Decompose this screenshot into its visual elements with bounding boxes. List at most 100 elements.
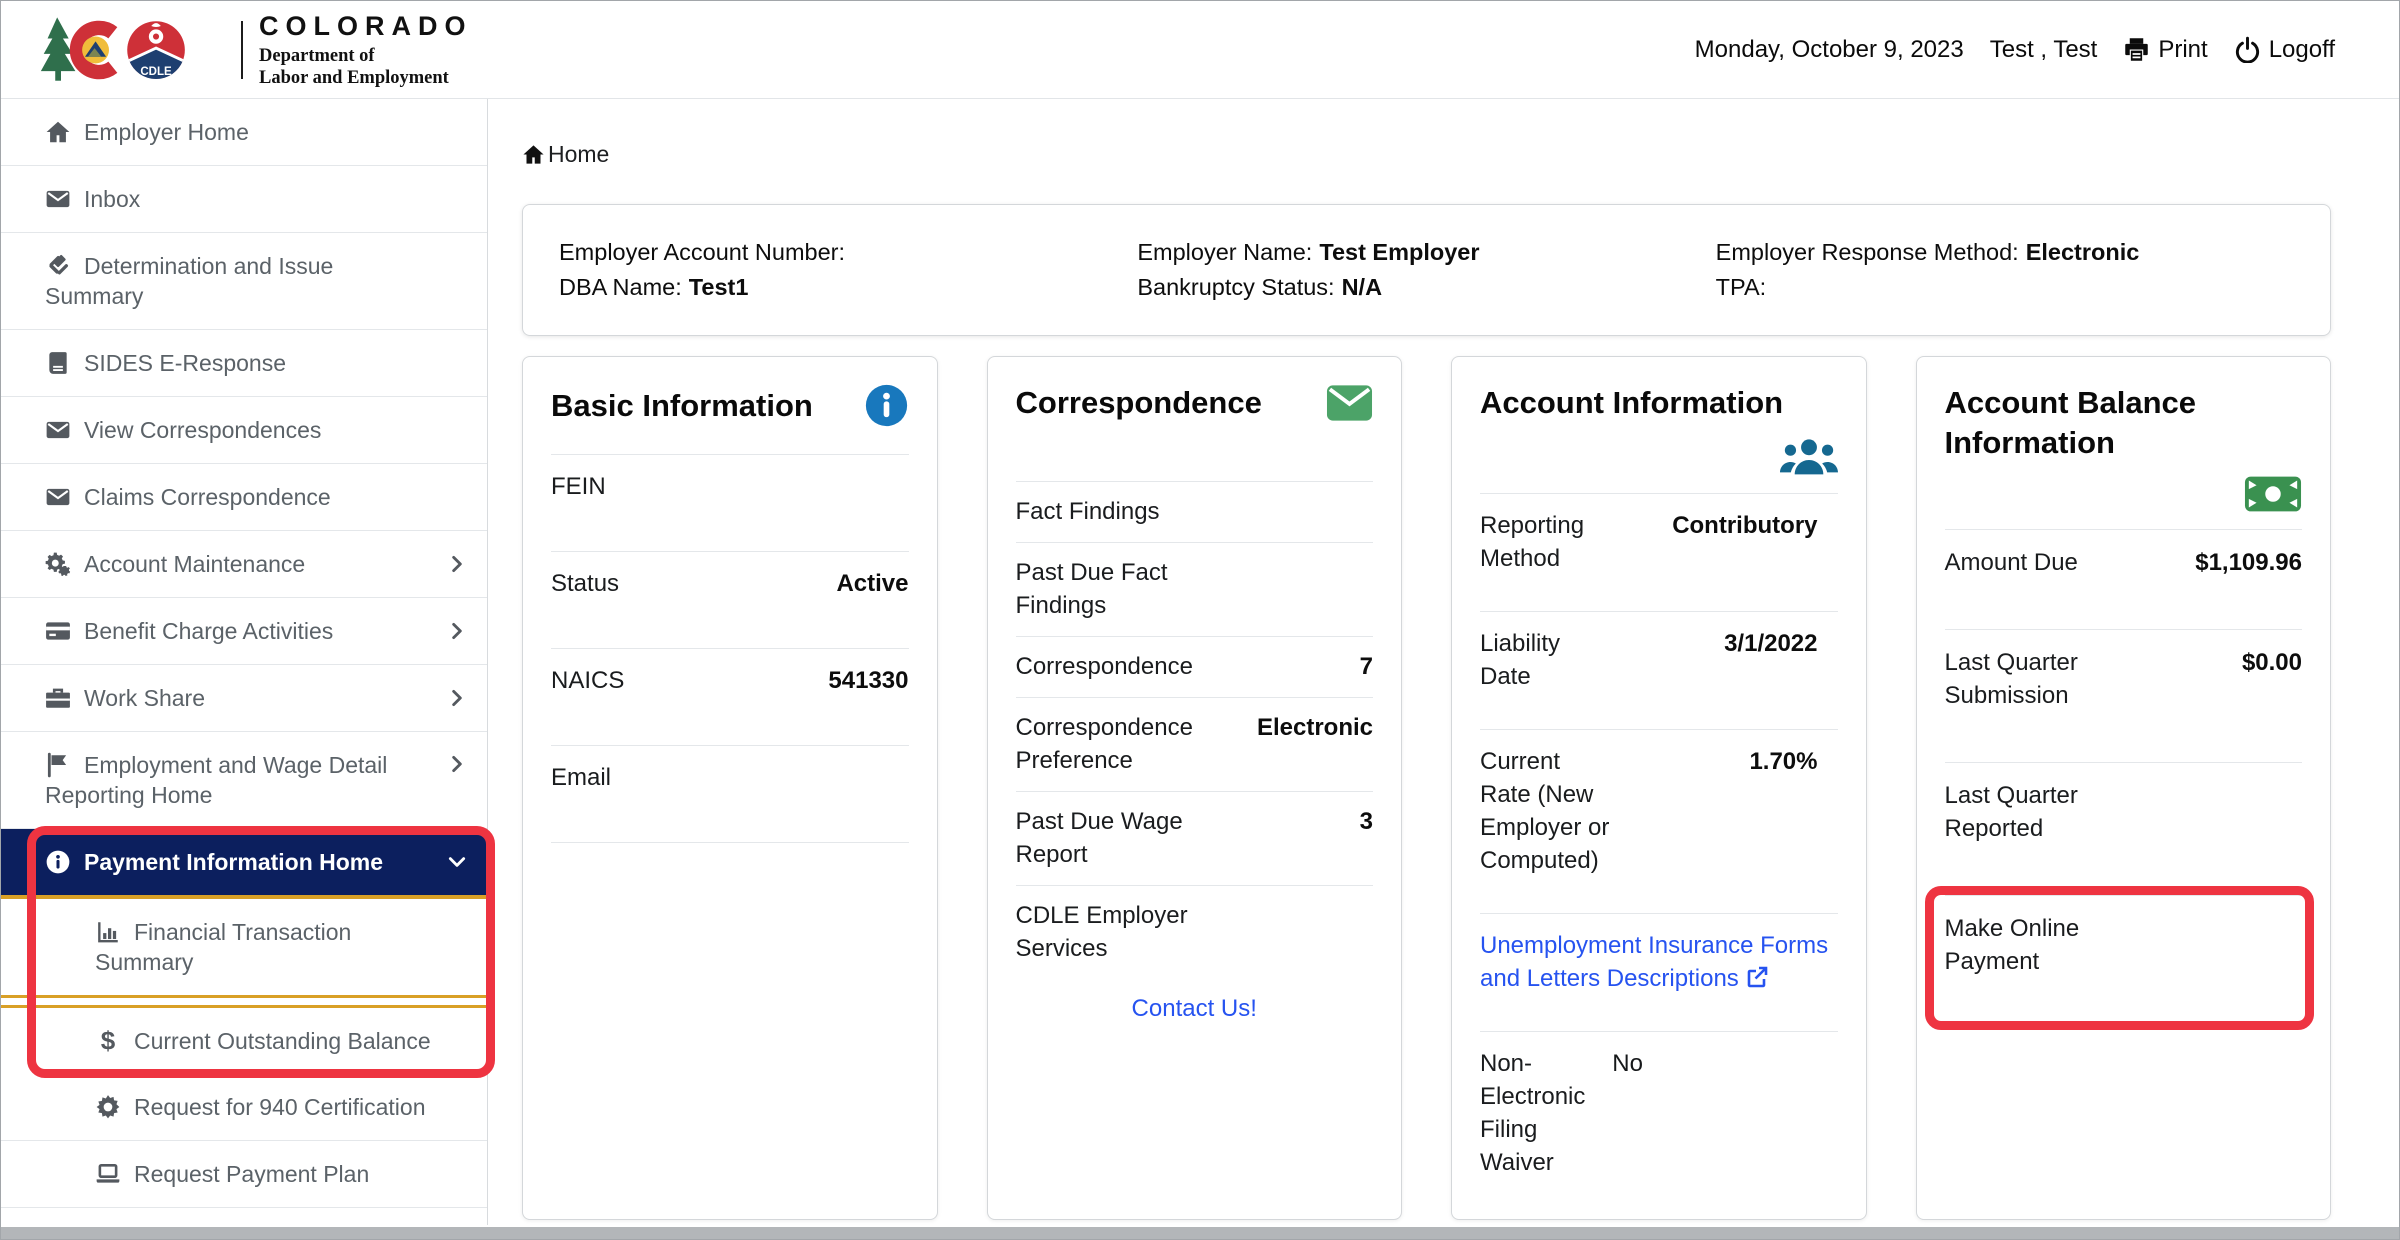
contact-us-link[interactable]: Contact Us! <box>1132 995 1257 1022</box>
sidebar-item-benefit-charge-activities[interactable]: Benefit Charge Activities <box>1 598 487 665</box>
correspondence-count-row: Correspondence7 <box>1016 637 1374 698</box>
chevron-down-icon <box>447 852 467 872</box>
card-title-correspondence: Correspondence <box>1016 383 1262 423</box>
users-icon <box>1780 435 1838 477</box>
account-balance-information-card: Account Balance Information Amount Due$1… <box>1916 356 2332 1220</box>
employer-name-field: Employer Name:Test Employer <box>1137 235 1715 270</box>
brand-department: Department of Labor and Employment <box>259 45 473 89</box>
fact-findings-row: Fact Findings <box>1016 482 1374 543</box>
sidebar-item-employment-wage-detail-reporting-home[interactable]: Employment and Wage Detail Reporting Hom… <box>1 732 487 829</box>
cdle-logo: CDLE COLORADO Department of Labor and Em… <box>37 11 473 89</box>
external-link-icon <box>1745 965 1769 989</box>
dashboard-cards: Basic Information FEIN StatusActive NAIC… <box>522 356 2331 1220</box>
home-icon <box>522 143 545 166</box>
employer-response-method-field: Employer Response Method:Electronic <box>1716 235 2294 270</box>
sidebar-item-payment-information-home[interactable]: Payment Information Home <box>1 829 487 899</box>
employer-account-number-field: Employer Account Number: <box>559 235 1137 270</box>
chevron-right-icon <box>447 754 467 774</box>
gears-icon <box>45 551 71 577</box>
sidebar-item-current-outstanding-balance[interactable]: $Current Outstanding Balance <box>1 1005 487 1074</box>
contact-us-row: Contact Us! <box>1016 979 1374 1039</box>
bankruptcy-status-field: Bankruptcy Status:N/A <box>1137 270 1715 305</box>
flag-icon <box>45 752 71 778</box>
svg-text:CDLE: CDLE <box>140 65 172 77</box>
liability-date-link[interactable]: Liability Date <box>1480 627 1612 693</box>
last-quarter-submission-row: Last Quarter Submission$0.00 <box>1945 630 2303 763</box>
card-title-basic-information: Basic Information <box>551 386 813 426</box>
logoff-button[interactable]: Logoff <box>2234 36 2335 64</box>
status-row: StatusActive <box>551 552 909 649</box>
info-circle-icon <box>45 849 71 875</box>
dollar-icon: $ <box>95 1028 121 1054</box>
make-online-payment-link[interactable]: Make Online Payment <box>1945 912 2142 978</box>
amount-due-row: Amount Due$1,109.96 <box>1945 530 2303 630</box>
sidebar-item-financial-transaction-summary[interactable]: Financial Transaction Summary <box>1 899 487 998</box>
laptop-icon <box>95 1161 121 1187</box>
sidebar-item-work-share[interactable]: Work Share <box>1 665 487 732</box>
sidebar-item-claims-correspondence[interactable]: Claims Correspondence <box>1 464 487 531</box>
briefcase-icon <box>45 685 71 711</box>
logo-divider <box>241 21 243 79</box>
ui-forms-letters-link[interactable]: Unemployment Insurance Forms and Letters… <box>1480 932 1828 992</box>
envelope-icon <box>1326 384 1373 422</box>
breadcrumb-home: Home <box>548 141 609 168</box>
horizontal-scrollbar[interactable] <box>1 1225 2399 1239</box>
sidebar-item-inbox[interactable]: Inbox <box>1 166 487 233</box>
info-circle-icon[interactable] <box>864 383 909 428</box>
logged-in-user: Test , Test <box>1990 36 2098 64</box>
bar-chart-icon <box>95 919 121 945</box>
printer-icon <box>2123 36 2150 63</box>
colorado-cdle-logo-art: CDLE <box>37 11 229 89</box>
reporting-method-row: Reporting MethodContributory <box>1480 494 1838 612</box>
current-date: Monday, October 9, 2023 <box>1695 36 1964 64</box>
credit-card-icon <box>45 618 71 644</box>
sidebar-item-employer-home[interactable]: Employer Home <box>1 99 487 166</box>
tpa-field: TPA: <box>1716 270 2294 305</box>
header-right: Monday, October 9, 2023 Test , Test Prin… <box>1695 36 2335 64</box>
main-content: Home Employer Account Number: DBA Name:T… <box>488 99 2399 1225</box>
certificate-icon <box>95 1094 121 1120</box>
naics-code-link[interactable]: 541330 <box>730 664 909 697</box>
dba-name-field: DBA Name:Test1 <box>559 270 1137 305</box>
card-title-account-balance-information: Account Balance Information <box>1945 383 2303 463</box>
ui-forms-letters-row: Unemployment Insurance Forms and Letters… <box>1480 914 1838 1032</box>
top-header: CDLE COLORADO Department of Labor and Em… <box>1 1 2399 99</box>
chevron-right-icon <box>447 554 467 574</box>
sidebar-item-account-maintenance[interactable]: Account Maintenance <box>1 531 487 598</box>
chevron-right-icon <box>447 688 467 708</box>
payment-menu-highlight-group: Payment Information Home Financial Trans… <box>1 829 487 1074</box>
app-window: CDLE COLORADO Department of Labor and Em… <box>0 0 2400 1240</box>
money-bill-icon <box>2244 475 2302 513</box>
chevron-right-icon <box>447 621 467 641</box>
breadcrumb[interactable]: Home <box>522 141 609 168</box>
sidebar-item-determination-issue-summary[interactable]: Determination and Issue Summary <box>1 233 487 330</box>
envelope-icon <box>45 484 71 510</box>
scrollbar-thumb[interactable] <box>1 1227 2399 1239</box>
basic-information-card: Basic Information FEIN StatusActive NAIC… <box>522 356 938 1220</box>
last-quarter-reported-row: Last Quarter Reported <box>1945 763 2303 896</box>
non-electronic-filing-waiver-row: Non-Electronic Filing WaiverNo <box>1480 1032 1838 1215</box>
power-icon <box>2234 36 2261 63</box>
sidebar-item-request-payment-plan[interactable]: Request Payment Plan <box>1 1141 487 1208</box>
sidebar-item-sides-eresponse[interactable]: SIDES E-Response <box>1 330 487 397</box>
employer-info-bar: Employer Account Number: DBA Name:Test1 … <box>522 204 2331 336</box>
sidebar-item-view-correspondences[interactable]: View Correspondences <box>1 397 487 464</box>
print-button[interactable]: Print <box>2123 36 2207 64</box>
naics-row: NAICS541330 <box>551 649 909 746</box>
past-due-fact-findings-row: Past Due Fact Findings <box>1016 543 1374 637</box>
sidebar-nav: Employer Home Inbox Determination and Is… <box>1 99 488 1225</box>
book-icon <box>45 350 71 376</box>
envelope-icon <box>45 417 71 443</box>
correspondence-preference-row: Correspondence PreferenceElectronic <box>1016 698 1374 792</box>
envelope-icon <box>45 186 71 212</box>
make-online-payment-row: Make Online Payment <box>1945 896 2303 1028</box>
fein-row: FEIN <box>551 455 909 552</box>
svg-text:$: $ <box>101 1028 116 1054</box>
card-title-account-information: Account Information <box>1480 383 1838 423</box>
past-due-wage-report-row: Past Due Wage Report3 <box>1016 792 1374 886</box>
account-information-card: Account Information Reporting MethodCont… <box>1451 356 1867 1220</box>
cdle-employer-services-row: CDLE Employer Services <box>1016 886 1374 979</box>
home-icon <box>45 119 71 145</box>
sidebar-item-request-940-certification[interactable]: Request for 940 Certification <box>1 1074 487 1141</box>
liability-date-row: Liability Date3/1/2022 <box>1480 612 1838 730</box>
